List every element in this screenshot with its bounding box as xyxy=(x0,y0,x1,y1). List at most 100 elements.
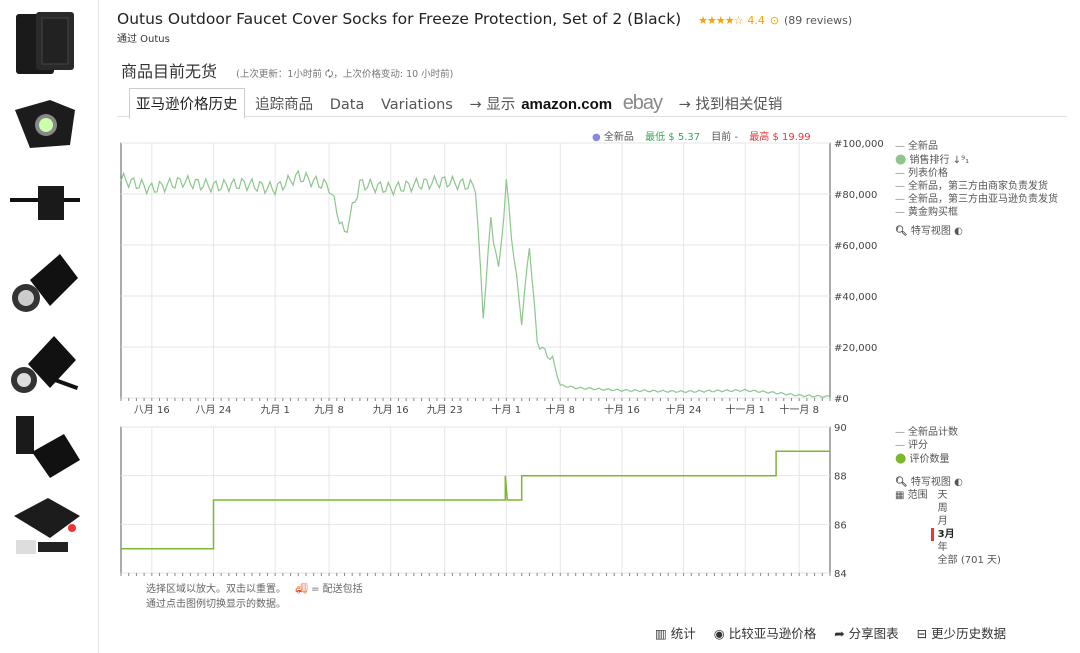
toggle-icon: ◐ xyxy=(954,477,963,488)
x-tick-label: 八月 16 xyxy=(134,404,170,416)
tab-track[interactable]: 追踪商品 xyxy=(249,89,319,118)
legend-list-price[interactable]: — 列表价格 xyxy=(895,167,1058,180)
x-tick-label: 十月 1 xyxy=(492,403,522,416)
tab-bar: 亚马逊价格历史 追踪商品 Data Variations → 显示 amazon.… xyxy=(117,88,1067,119)
find-deals-link[interactable]: → 找到相关促销 xyxy=(673,89,789,118)
plot-area-lower xyxy=(120,426,831,574)
sales-rank-line xyxy=(120,169,831,399)
product-thumbnail-1[interactable] xyxy=(10,8,80,78)
circle-icon: ● xyxy=(895,152,907,167)
x-tick-label: 九月 23 xyxy=(427,404,463,416)
legend-new-3p-merchant[interactable]: — 全新品，第三方由商家负责发货 xyxy=(895,180,1058,193)
range-options: 天周月 3月年全部 (701 天) xyxy=(930,489,1001,567)
range-selector: ▦ 范围 天周月 3月年全部 (701 天) xyxy=(895,489,1001,567)
lower-legend: — 全新品计数 — 评分 ● 评价数量 🔍︎ 特写视图 ◐ ▦ 范围 天周月 3月年全… xyxy=(895,426,1001,567)
circle-icon: ● xyxy=(895,451,907,466)
product-title[interactable]: Outus Outdoor Faucet Cover Socks for Fre… xyxy=(117,10,681,28)
y-tick-label: #60,000 xyxy=(834,241,877,252)
new-label: 全新品 xyxy=(603,132,634,143)
review-count-line xyxy=(121,450,830,550)
shipping-note: = 配送包括 xyxy=(311,584,363,595)
sort-icon: ↓⁹₁ xyxy=(952,155,970,166)
highest-price: 最高 $ 19.99 xyxy=(749,132,811,143)
review-count-chart: 90 88 86 84 xyxy=(120,423,847,580)
product-thumbnail-2[interactable] xyxy=(10,90,80,160)
calendar-icon: ▦ xyxy=(895,490,905,501)
y-tick-label-lower: 90 xyxy=(834,423,847,434)
legend-rating[interactable]: — 评分 xyxy=(895,439,1001,452)
plot-area xyxy=(120,142,831,399)
chart-footer-note: 选择区域以放大。双击以重置。 🚚︎ = 配送包括 通过点击图例切换显示的数据。 xyxy=(146,582,363,612)
legend-sales-rank[interactable]: ● 销售排行 ↓⁹₁ xyxy=(895,153,1058,167)
x-tick-label: 十月 24 xyxy=(666,403,702,416)
thumbnail-column xyxy=(0,0,99,653)
ebay-link[interactable]: ebay xyxy=(617,88,668,119)
legend-new-count[interactable]: — 全新品计数 xyxy=(895,426,1001,439)
legend-instruction: 通过点击图例切换显示的数据。 xyxy=(146,599,286,610)
globe-icon: ◉ xyxy=(713,626,725,641)
current-price: 目前 - xyxy=(711,132,739,143)
product-thumbnail-5[interactable] xyxy=(10,330,80,400)
share-arrow-icon: ➦ xyxy=(834,626,845,641)
range-option[interactable]: 3月 xyxy=(930,528,1001,541)
x-tick-label: 十月 16 xyxy=(604,403,640,416)
zoom-view-toggle-lower[interactable]: 🔍︎ 特写视图 ◐ xyxy=(895,476,1001,489)
minus-square-icon: ⊟ xyxy=(916,626,928,641)
range-option[interactable]: 天 xyxy=(938,489,1001,502)
x-tick-label: 九月 16 xyxy=(373,404,409,416)
range-option[interactable]: 全部 (701 天) xyxy=(938,554,1001,567)
compare-link[interactable]: ◉ 比较亚马逊价格 xyxy=(714,626,816,641)
sales-rank-chart: #100,000 #80,000 #60,000 #40,000 #20,000 #0 八月… xyxy=(120,139,884,416)
rating-stars: ★★★★☆ xyxy=(698,14,743,27)
share-link[interactable]: ➦ 分享图表 xyxy=(834,626,898,641)
rating-value: 4.4 xyxy=(747,14,765,27)
y-tick-label: #40,000 xyxy=(834,292,877,303)
zoom-instruction: 选择区域以放大。双击以重置。 xyxy=(146,584,286,595)
stats-link[interactable]: ▥ 统计 xyxy=(655,626,696,641)
y-tick-label-lower: 86 xyxy=(834,520,847,531)
x-tick-label: 九月 8 xyxy=(314,404,344,416)
chevron-down-icon[interactable]: ⊙ xyxy=(770,14,779,27)
legend-new[interactable]: — 全新品 xyxy=(895,140,1058,153)
y-tick-label-lower: 88 xyxy=(834,472,847,483)
product-header: Outus Outdoor Faucet Cover Socks for Fre… xyxy=(117,10,1067,45)
x-tick-label: 十一月 1 xyxy=(725,403,765,416)
x-tick-label: 九月 1 xyxy=(260,404,290,416)
x-tick-label: 十一月 8 xyxy=(779,403,819,416)
product-thumbnail-3[interactable] xyxy=(10,172,80,242)
range-option[interactable]: 月 xyxy=(938,515,1001,528)
bottom-links: ▥ 统计 ◉ 比较亚马逊价格 ➦ 分享图表 ⊟ 更少历史数据 xyxy=(655,623,1020,642)
update-info: (上次更新：1小时前 🗘，上次价格变动: 10 小时前) xyxy=(236,69,454,80)
tab-price-history[interactable]: 亚马逊价格历史 xyxy=(129,88,245,119)
y-tick-label: #20,000 xyxy=(834,343,877,354)
y-tick-label: #0 xyxy=(834,394,849,405)
main-legend: — 全新品 ● 销售排行 ↓⁹₁ — 列表价格 — 全新品，第三方由商家负责发货 — 全… xyxy=(895,140,1058,238)
product-thumbnail-7[interactable] xyxy=(10,490,80,560)
legend-review-count[interactable]: ● 评价数量 xyxy=(895,452,1001,466)
search-icon: 🔍︎ xyxy=(895,226,908,237)
toggle-icon: ◐ xyxy=(954,226,963,237)
y-tick-label: #100,000 xyxy=(834,139,884,150)
show-prefix: → 显示 xyxy=(469,97,516,113)
bar-chart-icon: ▥ xyxy=(655,626,667,641)
lowest-price: 最低 $ 5.37 xyxy=(645,132,701,143)
legend-buy-box[interactable]: — 黄金购买框 xyxy=(895,206,1058,219)
product-thumbnail-4[interactable] xyxy=(10,250,80,320)
range-option[interactable]: 年 xyxy=(938,541,1001,554)
x-tick-label: 八月 24 xyxy=(196,404,232,416)
tab-variations[interactable]: Variations xyxy=(375,93,459,117)
truck-icon: 🚚︎ xyxy=(295,584,308,595)
tab-data[interactable]: Data xyxy=(324,93,371,117)
legend-new-3p-amazon[interactable]: — 全新品，第三方由亚马逊负责发货 xyxy=(895,193,1058,206)
brand-byline: 通过 Outus xyxy=(117,34,170,45)
y-tick-label-lower: 84 xyxy=(834,569,847,580)
y-tick-label: #80,000 xyxy=(834,190,877,201)
reviews-count[interactable]: (89 reviews) xyxy=(784,14,852,27)
less-history-link[interactable]: ⊟ 更少历史数据 xyxy=(917,626,1006,641)
range-option[interactable]: 周 xyxy=(938,502,1001,515)
search-icon: 🔍︎ xyxy=(895,477,908,488)
zoom-view-toggle[interactable]: 🔍︎ 特写视图 ◐ xyxy=(895,225,1058,238)
product-thumbnail-6[interactable] xyxy=(10,412,80,482)
stock-status: 商品目前无货 xyxy=(121,62,218,81)
amazon-link[interactable]: amazon.com xyxy=(521,96,612,113)
